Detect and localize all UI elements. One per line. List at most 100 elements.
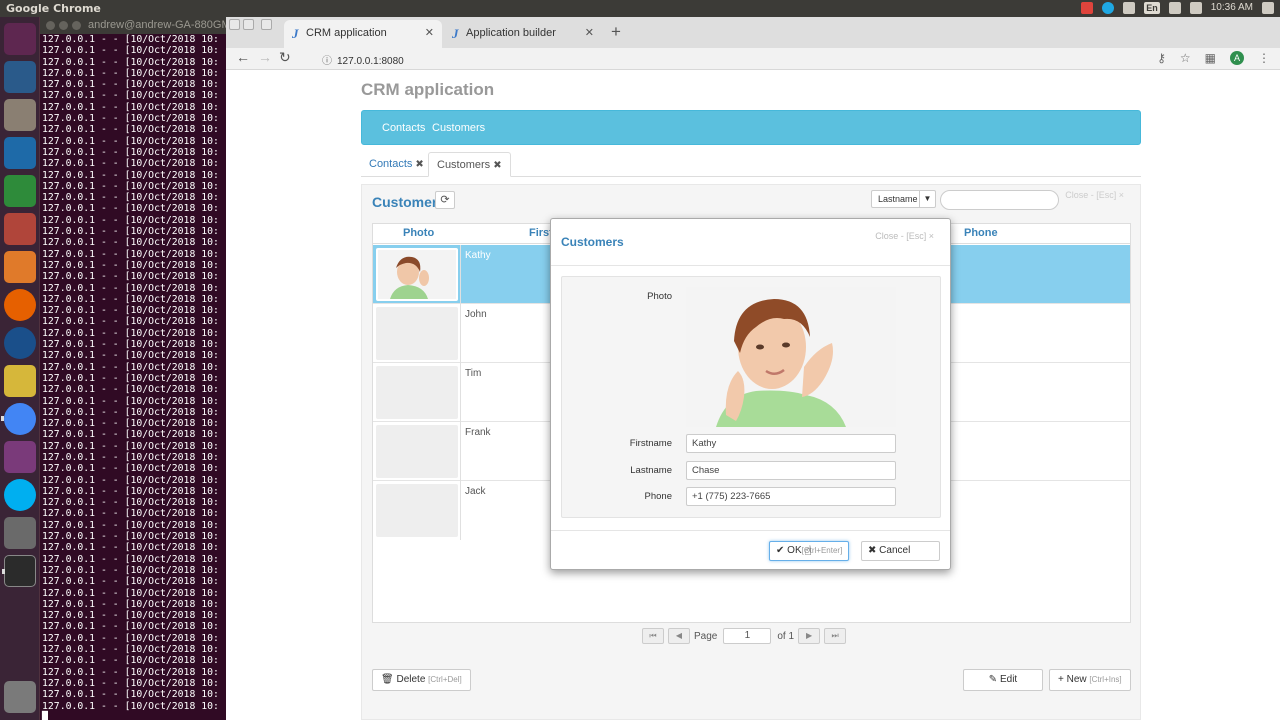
volume-icon[interactable] [1189, 2, 1202, 14]
chrome-icon[interactable] [1, 403, 36, 435]
close-tab-icon[interactable]: ✖ [415, 159, 423, 170]
camera-icon[interactable] [4, 517, 36, 549]
sort-field-value: Lastname [878, 194, 918, 204]
divider [551, 265, 950, 266]
minimize-window-icon[interactable] [243, 19, 254, 30]
firstname-field[interactable]: Kathy [686, 434, 896, 453]
dialog-close-hint[interactable]: Close - [Esc] × [875, 231, 934, 241]
ok-label: OK [787, 545, 802, 556]
close-tab-icon[interactable]: ✖ [493, 160, 501, 171]
nav-contacts-link[interactable]: Contacts [382, 122, 425, 134]
sort-field-select[interactable]: Lastname ▼ [871, 190, 936, 208]
mail-icon[interactable] [1168, 2, 1181, 14]
browser-tab-label: Application builder [466, 27, 556, 39]
plus-icon: + [1058, 674, 1064, 685]
last-page-button[interactable]: ⏭ [824, 628, 847, 644]
dialog-title: Customers [561, 235, 624, 249]
delete-shortcut-hint: [Ctrl+Del] [428, 675, 462, 684]
media-icon[interactable] [4, 441, 36, 473]
url-field[interactable]: ⓘ 127.0.0.1:8080 [322, 52, 404, 67]
chevron-down-icon: ▼ [919, 191, 935, 207]
column-header-photo[interactable]: Photo [403, 227, 434, 239]
row-firstname: Tim [465, 368, 482, 379]
system-tray: En 10:36 AM [1081, 1, 1274, 15]
delete-button[interactable]: 🗑 Delete [Ctrl+Del] [372, 669, 471, 691]
terminal-window[interactable]: andrew@andrew-GA-880GM 127.0.0.1 - - [10… [40, 17, 226, 720]
network-icon[interactable] [1123, 2, 1136, 14]
terminal-icon[interactable] [2, 555, 36, 587]
software-center-icon[interactable] [4, 251, 36, 283]
main-navbar: Contacts Customers [361, 110, 1141, 145]
lastname-field[interactable]: Chase [686, 461, 896, 480]
column-header-phone[interactable]: Phone [964, 227, 998, 239]
power-icon[interactable] [1262, 2, 1274, 14]
prev-page-button[interactable]: ◀ [668, 628, 690, 644]
cancel-button[interactable]: ✖ Cancel [861, 541, 940, 561]
launcher [0, 17, 40, 720]
close-tab-icon[interactable]: ✕ [425, 20, 434, 47]
tab-contacts[interactable]: Contacts ✖ [361, 152, 432, 177]
tab-customers[interactable]: Customers ✖ [428, 152, 511, 177]
customer-form: Photo Firstname Kathy Lastname Chase Pho… [561, 276, 941, 518]
customer-photo-thumbnail [376, 307, 458, 360]
close-window-icon[interactable] [229, 19, 240, 30]
page-number-input[interactable]: 1 [723, 628, 772, 644]
first-page-button[interactable]: ⏮ [642, 628, 664, 644]
active-app-title: Google Chrome [6, 2, 101, 15]
edit-icon: ✎ [988, 674, 998, 685]
browser-tab-builder[interactable]: J Application builder ✕ [444, 20, 602, 48]
customer-photo-thumbnail [376, 484, 458, 537]
maximize-icon[interactable] [72, 21, 81, 30]
refresh-icon: ⟳ [440, 194, 450, 206]
clock[interactable]: 10:36 AM [1211, 1, 1253, 15]
new-button[interactable]: + New [Ctrl+Ins] [1049, 669, 1131, 691]
refresh-button[interactable]: ⟳ [435, 191, 455, 209]
mc-icon[interactable] [4, 327, 36, 359]
back-icon[interactable]: ← [236, 49, 250, 65]
key-icon[interactable]: ⚷ [1157, 51, 1166, 65]
nav-customers-link[interactable]: Customers [432, 122, 485, 134]
tab-favicon-icon: J [292, 26, 299, 41]
skype-tray-icon[interactable] [1102, 2, 1115, 14]
keyboard-layout-indicator[interactable]: En [1144, 2, 1160, 14]
close-tab-icon[interactable]: ✕ [585, 20, 594, 47]
reload-icon[interactable]: ↻ [279, 49, 291, 66]
browser-tabstrip: J CRM application ✕ J Application builde… [226, 17, 1280, 48]
next-page-button[interactable]: ▶ [798, 628, 821, 644]
writer-icon[interactable] [4, 137, 36, 169]
search-input[interactable] [940, 190, 1059, 210]
close-icon[interactable] [46, 21, 55, 30]
record-icon[interactable] [1081, 2, 1094, 14]
delete-label: Delete [396, 674, 426, 685]
virtualbox-icon[interactable] [4, 61, 36, 93]
terminal-title: andrew@andrew-GA-880GM [88, 19, 226, 31]
maximize-window-icon[interactable] [261, 19, 272, 30]
dash-home-icon[interactable] [4, 23, 36, 55]
terminal-titlebar[interactable]: andrew@andrew-GA-880GM [40, 17, 226, 34]
tab-label: Contacts [369, 158, 413, 170]
browser-tab-crm[interactable]: J CRM application ✕ [284, 20, 442, 48]
url-text: 127.0.0.1:8080 [337, 56, 404, 67]
avatar[interactable]: A [1230, 51, 1244, 65]
customer-photo[interactable] [686, 287, 896, 427]
info-icon[interactable]: ⓘ [322, 56, 332, 67]
extensions-icon[interactable]: ▦ [1205, 51, 1216, 65]
files-icon[interactable] [4, 99, 36, 131]
menu-icon[interactable]: ⋮ [1258, 51, 1270, 65]
minimize-icon[interactable] [59, 21, 68, 30]
firefox-icon[interactable] [4, 289, 36, 321]
skype-icon[interactable] [4, 479, 36, 511]
star-icon[interactable]: ☆ [1180, 51, 1191, 65]
panel-close-hint[interactable]: Close - [Esc] × [1065, 190, 1124, 200]
photo-label: Photo [647, 291, 672, 302]
forward-icon[interactable]: → [258, 49, 272, 65]
new-tab-button[interactable]: + [611, 22, 621, 42]
edit-button[interactable]: ✎ Edit [963, 669, 1043, 691]
settings-icon[interactable] [4, 213, 36, 245]
trash-icon[interactable] [4, 681, 36, 713]
pidgin-icon[interactable] [4, 365, 36, 397]
new-label: New [1066, 674, 1087, 685]
new-shortcut-hint: [Ctrl+Ins] [1089, 675, 1122, 684]
phone-field[interactable]: +1 (775) 223-7665 [686, 487, 896, 506]
calc-icon[interactable] [4, 175, 36, 207]
